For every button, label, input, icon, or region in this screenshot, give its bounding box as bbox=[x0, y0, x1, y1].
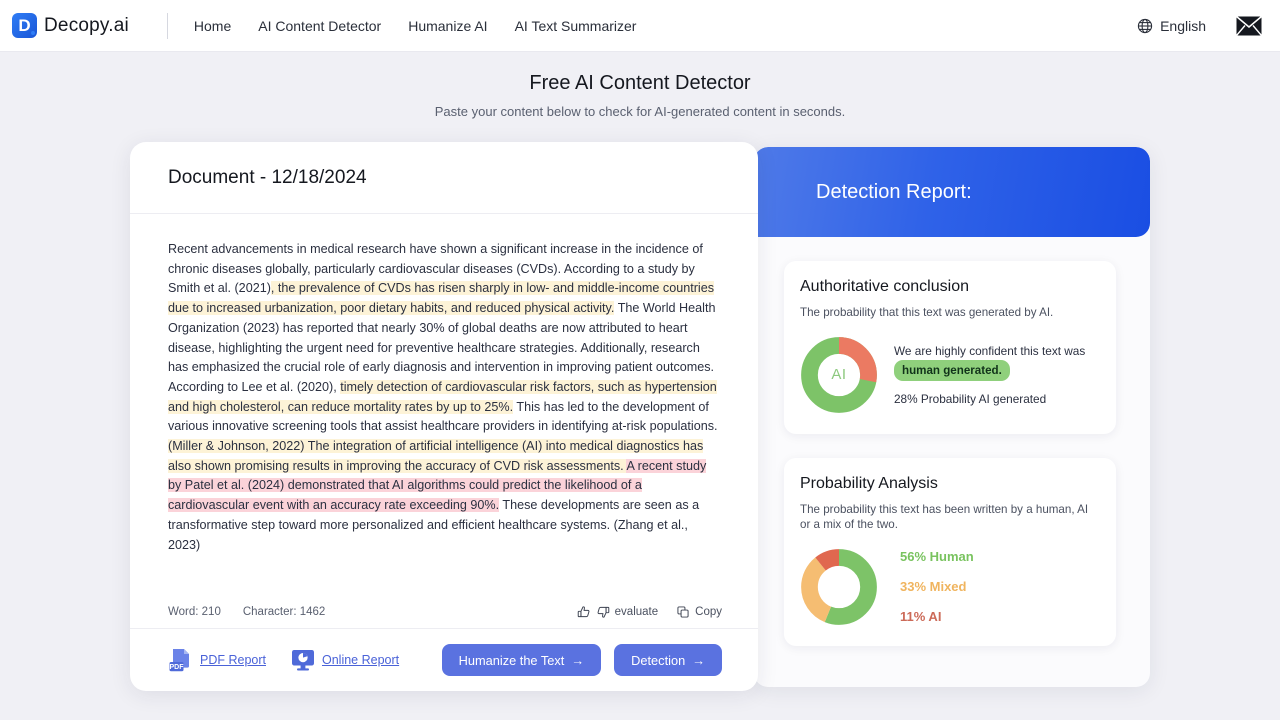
envelope-icon[interactable] bbox=[1236, 15, 1262, 36]
language-label: English bbox=[1160, 17, 1206, 34]
humanize-text-button[interactable]: Humanize the Text → bbox=[441, 644, 602, 676]
detection-report-title: Detection Report: bbox=[816, 180, 972, 203]
status-badge: human generated. bbox=[894, 360, 1010, 381]
page-heading: Free AI Content Detector Paste your cont… bbox=[0, 72, 1280, 119]
globe-icon bbox=[1137, 18, 1153, 34]
pdf-report-label: PDF Report bbox=[200, 653, 266, 667]
copy-action[interactable]: Copy bbox=[676, 605, 722, 619]
thumbs-down-icon[interactable] bbox=[596, 605, 610, 619]
pdf-report-link[interactable]: PDF PDF Report bbox=[168, 647, 266, 673]
donut-center-label: AI bbox=[831, 366, 847, 383]
ai-probability-donut-chart: AI bbox=[800, 336, 878, 414]
page-title: Free AI Content Detector bbox=[529, 72, 751, 94]
conclusion-donut-row: AI We are highly confident this text was… bbox=[800, 336, 1096, 414]
verdict-text: We are highly confident this text was hu… bbox=[894, 343, 1096, 381]
nav-item-ai-text-summarizer[interactable]: AI Text Summarizer bbox=[515, 18, 637, 34]
nav-divider bbox=[166, 12, 168, 39]
main-content: Document - 12/18/2024 Recent advancement… bbox=[130, 142, 1150, 691]
brand-name: Decopy.ai bbox=[44, 14, 129, 36]
legend-item-human: 56% Human bbox=[900, 549, 974, 564]
character-count: Character: 1462 bbox=[242, 605, 326, 618]
online-report-link[interactable]: Online Report bbox=[290, 648, 399, 672]
detection-button[interactable]: Detection → bbox=[614, 644, 722, 676]
document-text-segment: (Miller & Johnson, 2022) The integration… bbox=[168, 439, 704, 473]
probability-analysis-title: Probability Analysis bbox=[800, 474, 938, 492]
decopy-logo-icon: D bbox=[12, 13, 37, 38]
detection-report-header: Detection Report: bbox=[754, 147, 1150, 237]
detection-button-label: Detection bbox=[631, 652, 686, 668]
ai-probability-text: 28% Probability AI generated bbox=[894, 392, 1047, 406]
nav-links: Home AI Content Detector Humanize AI AI … bbox=[194, 18, 637, 34]
document-footer: PDF PDF Report Online Report Humanize th… bbox=[130, 629, 758, 691]
document-text[interactable]: Recent advancements in medical research … bbox=[130, 214, 758, 595]
probability-legend: 56% Human 33% Mixed 11% AI bbox=[900, 549, 974, 624]
language-selector[interactable]: English bbox=[1137, 18, 1206, 34]
document-title: Document - 12/18/2024 bbox=[168, 166, 367, 188]
pdf-file-icon: PDF bbox=[168, 647, 194, 673]
word-count: Word: 210 bbox=[168, 605, 221, 618]
probability-analysis-description: The probability this text has been writt… bbox=[800, 502, 1089, 532]
document-header: Document - 12/18/2024 bbox=[130, 142, 758, 214]
detection-report-panel: Detection Report: Authoritative conclusi… bbox=[754, 147, 1150, 687]
meta-actions: evaluate Copy bbox=[577, 605, 722, 619]
monitor-chart-icon bbox=[290, 648, 316, 672]
arrow-right-icon: → bbox=[571, 652, 585, 668]
nav-right-group: English bbox=[1137, 15, 1262, 36]
document-meta-bar: Word: 210 Character: 1462 evaluate Copy bbox=[130, 595, 758, 629]
probability-analysis-card: Probability Analysis The probability thi… bbox=[784, 457, 1116, 646]
legend-item-ai: 11% AI bbox=[900, 609, 942, 624]
nav-item-humanize-ai[interactable]: Humanize AI bbox=[408, 18, 487, 34]
evaluate-action[interactable]: evaluate bbox=[577, 605, 658, 619]
verdict-prefix: We are highly confident this text was bbox=[894, 344, 1086, 358]
copy-icon[interactable] bbox=[676, 605, 690, 619]
footer-buttons: Humanize the Text → Detection → bbox=[441, 644, 722, 676]
authoritative-conclusion-title: Authoritative conclusion bbox=[800, 278, 969, 295]
evaluate-label: evaluate bbox=[614, 605, 659, 618]
legend-item-mixed: 33% Mixed bbox=[900, 579, 967, 594]
arrow-right-icon: → bbox=[692, 652, 705, 668]
document-panel: Document - 12/18/2024 Recent advancement… bbox=[130, 142, 758, 691]
authoritative-conclusion-description: The probability that this text was gener… bbox=[800, 306, 1054, 319]
top-navbar: D Decopy.ai Home AI Content Detector Hum… bbox=[0, 0, 1280, 52]
nav-item-home[interactable]: Home bbox=[194, 18, 231, 34]
copy-label: Copy bbox=[695, 605, 722, 618]
analysis-donut-row: 56% Human 33% Mixed 11% AI bbox=[800, 548, 1096, 626]
thumbs-up-icon[interactable] bbox=[577, 605, 591, 619]
online-report-label: Online Report bbox=[322, 653, 400, 667]
brand-logo[interactable]: D Decopy.ai bbox=[12, 13, 129, 38]
svg-text:PDF: PDF bbox=[170, 664, 185, 671]
authoritative-conclusion-card: Authoritative conclusion The probability… bbox=[784, 261, 1116, 434]
page-subtitle: Paste your content below to check for AI… bbox=[434, 104, 846, 119]
conclusion-text-block: We are highly confident this text was hu… bbox=[894, 343, 1096, 406]
humanize-button-label: Humanize the Text bbox=[458, 652, 565, 668]
nav-item-ai-content-detector[interactable]: AI Content Detector bbox=[258, 18, 381, 34]
probability-analysis-donut-chart bbox=[800, 548, 878, 626]
